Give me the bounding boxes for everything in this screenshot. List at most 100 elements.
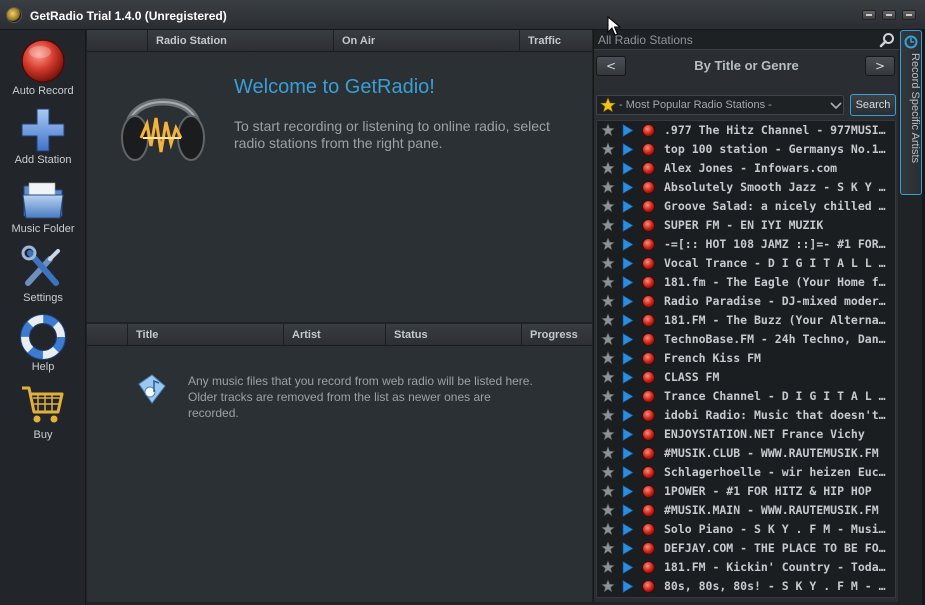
favorite-star-icon[interactable] bbox=[601, 218, 615, 232]
column-status[interactable]: Status bbox=[385, 324, 521, 346]
station-row[interactable]: Radio Paradise - DJ-mixed modern & class… bbox=[597, 292, 895, 311]
minimize-button[interactable] bbox=[862, 10, 876, 20]
play-icon[interactable] bbox=[622, 371, 634, 384]
favorite-star-icon[interactable] bbox=[601, 560, 615, 574]
station-row[interactable]: DEFJAY.COM - THE PLACE TO BE FOR R&B bbox=[597, 539, 895, 558]
chevron-down-icon[interactable] bbox=[829, 98, 843, 112]
station-row[interactable]: 181.fm - The Eagle (Your Home for REAL C… bbox=[597, 273, 895, 292]
next-mode-button[interactable]: > bbox=[865, 56, 895, 76]
station-row[interactable]: French Kiss FM bbox=[597, 349, 895, 368]
favorite-star-icon[interactable] bbox=[601, 161, 615, 175]
play-icon[interactable] bbox=[622, 238, 634, 251]
play-icon[interactable] bbox=[622, 390, 634, 403]
favorite-star-icon[interactable] bbox=[601, 484, 615, 498]
station-row[interactable]: idobi Radio: Music that doesn't suck bbox=[597, 406, 895, 425]
favorite-star-icon[interactable] bbox=[601, 123, 615, 137]
record-icon[interactable] bbox=[642, 219, 655, 232]
record-icon[interactable] bbox=[642, 314, 655, 327]
play-icon[interactable] bbox=[622, 200, 634, 213]
station-row[interactable]: SUPER FM - EN IYI MUZIK bbox=[597, 216, 895, 235]
station-row[interactable]: #MUSIK.MAIN - WWW.RAUTEMUSIK.FM bbox=[597, 501, 895, 520]
station-row[interactable]: CLASS FM bbox=[597, 368, 895, 387]
station-row[interactable]: Trance Channel - D I G I T A L L Y - I M… bbox=[597, 387, 895, 406]
station-row[interactable]: .977 The Hitz Channel - 977MUSIC.COM bbox=[597, 121, 895, 140]
station-row[interactable]: ENJOYSTATION.NET France Vichy bbox=[597, 425, 895, 444]
record-icon[interactable] bbox=[642, 504, 655, 517]
record-icon[interactable] bbox=[642, 371, 655, 384]
maximize-button[interactable] bbox=[882, 10, 896, 20]
auto-record-button[interactable]: Auto Record bbox=[0, 36, 86, 102]
favorite-star-icon[interactable] bbox=[601, 427, 615, 441]
favorite-star-icon[interactable] bbox=[601, 370, 615, 384]
favorite-star-icon[interactable] bbox=[601, 446, 615, 460]
column-title[interactable]: Title bbox=[127, 324, 283, 346]
record-specific-artists-tab[interactable]: Record Specific Artists bbox=[900, 30, 922, 195]
favorite-star-icon[interactable] bbox=[601, 351, 615, 365]
favorite-star-icon[interactable] bbox=[601, 522, 615, 536]
play-icon[interactable] bbox=[622, 523, 634, 536]
play-icon[interactable] bbox=[622, 314, 634, 327]
station-row[interactable]: Solo Piano - S K Y . F M - Musical Piano bbox=[597, 520, 895, 539]
search-button[interactable]: Search bbox=[850, 94, 896, 116]
genre-dropdown[interactable]: - Most Popular Radio Stations - bbox=[596, 95, 844, 115]
close-button[interactable] bbox=[902, 10, 916, 20]
station-row[interactable]: 181.FM - The Buzz (Your Alternative Stat… bbox=[597, 311, 895, 330]
favorite-star-icon[interactable] bbox=[601, 199, 615, 213]
music-folder-button[interactable]: Music Folder bbox=[0, 174, 86, 240]
record-icon[interactable] bbox=[642, 352, 655, 365]
buy-button[interactable]: Buy bbox=[0, 380, 86, 446]
filter-bar[interactable]: All Radio Stations bbox=[594, 30, 899, 50]
record-icon[interactable] bbox=[642, 561, 655, 574]
play-icon[interactable] bbox=[622, 504, 634, 517]
record-icon[interactable] bbox=[642, 162, 655, 175]
station-row[interactable]: Groove Salad: a nicely chilled plate of … bbox=[597, 197, 895, 216]
record-icon[interactable] bbox=[642, 257, 655, 270]
magnifier-icon[interactable] bbox=[879, 32, 895, 48]
play-icon[interactable] bbox=[622, 124, 634, 137]
station-list[interactable]: .977 The Hitz Channel - 977MUSIC.COM top … bbox=[596, 120, 896, 598]
station-row[interactable]: #MUSIK.CLUB - WWW.RAUTEMUSIK.FM bbox=[597, 444, 895, 463]
station-row[interactable]: 181.FM - Kickin' Country - Today's Best … bbox=[597, 558, 895, 577]
record-icon[interactable] bbox=[642, 485, 655, 498]
record-icon[interactable] bbox=[642, 238, 655, 251]
play-icon[interactable] bbox=[622, 428, 634, 441]
station-row[interactable]: Vocal Trance - D I G I T A L L Y - I M P… bbox=[597, 254, 895, 273]
settings-button[interactable]: Settings bbox=[0, 243, 86, 309]
record-icon[interactable] bbox=[642, 181, 655, 194]
play-icon[interactable] bbox=[622, 257, 634, 270]
record-icon[interactable] bbox=[642, 200, 655, 213]
favorite-star-icon[interactable] bbox=[601, 180, 615, 194]
record-icon[interactable] bbox=[642, 447, 655, 460]
favorite-star-icon[interactable] bbox=[601, 579, 615, 593]
favorite-star-icon[interactable] bbox=[601, 313, 615, 327]
play-icon[interactable] bbox=[622, 181, 634, 194]
play-icon[interactable] bbox=[622, 466, 634, 479]
station-row[interactable]: 1POWER - #1 FOR HITZ & HIP HOP bbox=[597, 482, 895, 501]
play-icon[interactable] bbox=[622, 561, 634, 574]
favorite-star-icon[interactable] bbox=[601, 465, 615, 479]
record-icon[interactable] bbox=[642, 295, 655, 308]
favorite-star-icon[interactable] bbox=[601, 256, 615, 270]
record-icon[interactable] bbox=[642, 523, 655, 536]
favorite-star-icon[interactable] bbox=[601, 142, 615, 156]
play-icon[interactable] bbox=[622, 219, 634, 232]
favorite-star-icon[interactable] bbox=[601, 503, 615, 517]
station-row[interactable]: top 100 station - Germanys No.1 Hit Radi… bbox=[597, 140, 895, 159]
station-row[interactable]: Schlagerhoelle - wir heizen Euch ein bbox=[597, 463, 895, 482]
play-icon[interactable] bbox=[622, 580, 634, 593]
favorite-star-icon[interactable] bbox=[601, 541, 615, 555]
favorite-star-icon[interactable] bbox=[601, 408, 615, 422]
record-icon[interactable] bbox=[642, 390, 655, 403]
station-row[interactable]: Alex Jones - Infowars.com bbox=[597, 159, 895, 178]
favorite-star-icon[interactable] bbox=[601, 294, 615, 308]
play-icon[interactable] bbox=[622, 542, 634, 555]
record-icon[interactable] bbox=[642, 542, 655, 555]
station-row[interactable]: TechnoBase.FM - 24h Techno, Dance, Tranc… bbox=[597, 330, 895, 349]
play-icon[interactable] bbox=[622, 447, 634, 460]
play-icon[interactable] bbox=[622, 409, 634, 422]
record-icon[interactable] bbox=[642, 333, 655, 346]
station-row[interactable]: -=[:: HOT 108 JAMZ ::]=- #1 FOR HIP HOP bbox=[597, 235, 895, 254]
record-icon[interactable] bbox=[642, 580, 655, 593]
record-icon[interactable] bbox=[642, 143, 655, 156]
record-icon[interactable] bbox=[642, 124, 655, 137]
